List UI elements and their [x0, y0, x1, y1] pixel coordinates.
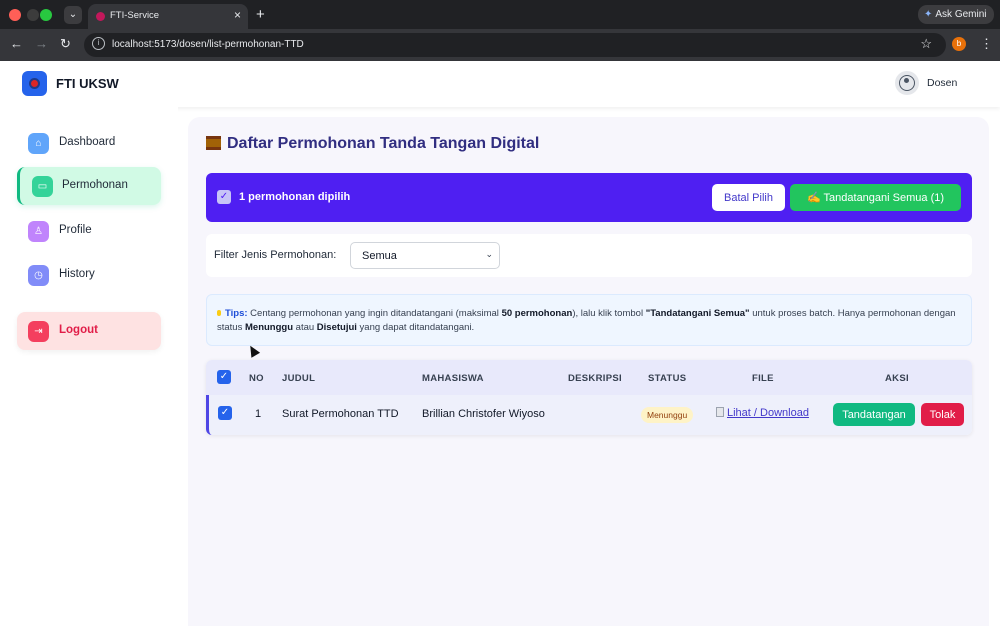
tips-bold: 50 permohonan [501, 308, 573, 319]
favicon-icon [96, 12, 105, 21]
column-header-deskripsi: DESKRIPSI [568, 373, 622, 384]
url-text[interactable]: localhost:5173/dosen/list-permohonan-TTD [112, 39, 304, 50]
reject-button[interactable]: Tolak [921, 403, 964, 426]
column-header-status: STATUS [648, 373, 687, 384]
sidebar-item-label: Profile [59, 224, 92, 236]
logout-icon: ⇥ [28, 321, 49, 342]
user-icon: ♙ [28, 221, 49, 242]
gemini-icon: ✦ [924, 9, 933, 20]
sidebar-item-label: Dashboard [59, 136, 116, 148]
filter-selected-value: Semua [362, 250, 397, 262]
sidebar-item-history[interactable]: ◷ History [17, 256, 161, 294]
scroll-icon [206, 136, 221, 150]
lightbulb-icon [217, 310, 221, 316]
tab-search-icon[interactable]: ⌄ [64, 6, 82, 24]
table-header: ✓ NO JUDUL MAHASISWA DESKRIPSI STATUS FI… [206, 360, 972, 395]
sidebar-item-dashboard[interactable]: ⌂ Dashboard [17, 124, 161, 162]
tips-text: yang dapat ditandatangani. [356, 322, 475, 333]
tips-bold: Menunggu [245, 322, 294, 333]
user-avatar-icon[interactable] [895, 71, 919, 95]
select-all-checkbox[interactable]: ✓ [217, 370, 231, 384]
maximize-window-icon[interactable] [40, 9, 52, 21]
close-tab-icon[interactable]: × [234, 8, 241, 22]
reload-icon[interactable]: ↻ [60, 36, 71, 52]
site-info-icon[interactable]: i [92, 37, 105, 50]
sidebar-item-permohonan[interactable]: ▭ Permohonan [17, 167, 161, 205]
selection-count: 1 permohonan dipilih [239, 191, 351, 203]
row-mahasiswa: Brillian Christofer Wiyoso [422, 408, 545, 420]
address-bar[interactable]: i localhost:5173/dosen/list-permohonan-T… [84, 33, 946, 57]
request-table: ✓ NO JUDUL MAHASISWA DESKRIPSI STATUS FI… [206, 360, 972, 435]
logout-button[interactable]: ⇥ Logout [17, 312, 161, 350]
logout-label: Logout [59, 324, 98, 336]
file-download-link[interactable]: Lihat / Download [716, 407, 809, 419]
column-header-file: FILE [752, 373, 774, 384]
tips-box: Tips: Centang permohonan yang ingin dita… [206, 294, 972, 346]
sign-all-button[interactable]: ✍ Tandatangani Semua (1) [790, 184, 961, 211]
tab-title: FTI-Service [110, 10, 160, 21]
page-title: Daftar Permohonan Tanda Tangan Digital [206, 135, 539, 153]
tips-bold: "Tandatangani Semua" [645, 308, 750, 319]
new-tab-button[interactable]: + [256, 6, 265, 23]
sign-button[interactable]: Tandatangan [833, 403, 915, 426]
filter-label: Filter Jenis Permohonan: [214, 249, 337, 261]
close-window-icon[interactable] [9, 9, 21, 21]
filter-type-select[interactable]: Semua ⌄ [350, 242, 500, 269]
page-title-text: Daftar Permohonan Tanda Tangan Digital [227, 135, 540, 152]
tips-text: Centang permohonan yang ingin ditandatan… [247, 308, 502, 319]
tips-text: atau [293, 322, 317, 333]
logo-icon [22, 71, 47, 96]
row-checkbox[interactable]: ✓ [218, 406, 232, 420]
more-menu-icon[interactable]: ⋮ [980, 36, 993, 52]
minimize-window-icon[interactable] [27, 9, 39, 21]
app-header: FTI UKSW Dosen [0, 61, 1000, 107]
ask-gemini-button[interactable]: ✦ Ask Gemini [918, 5, 994, 24]
inbox-icon: ▭ [32, 176, 53, 197]
ask-gemini-label: Ask Gemini [935, 9, 987, 20]
selection-bar: ✓ 1 permohonan dipilih Batal Pilih ✍ Tan… [206, 173, 972, 222]
sidebar-item-label: Permohonan [62, 179, 128, 191]
browser-tab[interactable]: FTI-Service × [88, 4, 248, 29]
sidebar-item-label: History [59, 268, 95, 280]
document-icon [716, 407, 724, 417]
tips-bold: Disetujui [316, 322, 357, 333]
brand-name: FTI UKSW [56, 76, 119, 91]
profile-avatar-icon[interactable]: b [952, 37, 966, 51]
table-row: ✓ 1 Surat Permohonan TTD Brillian Christ… [206, 395, 972, 435]
user-name[interactable]: Dosen [927, 77, 957, 89]
row-no: 1 [255, 408, 262, 420]
cancel-selection-button[interactable]: Batal Pilih [712, 184, 785, 211]
selection-checkbox-icon[interactable]: ✓ [217, 190, 231, 204]
sidebar-item-profile[interactable]: ♙ Profile [17, 212, 161, 250]
column-header-judul: JUDUL [282, 373, 316, 384]
row-judul: Surat Permohonan TTD [282, 408, 399, 420]
forward-icon[interactable]: → [35, 36, 48, 51]
sidebar: ⌂ Dashboard ▭ Permohonan ♙ Profile ◷ His… [0, 107, 178, 626]
filter-panel: Filter Jenis Permohonan: Semua ⌄ [206, 234, 972, 277]
back-icon[interactable]: ← [10, 36, 23, 51]
browser-titlebar: ⌄ FTI-Service × + ✦ Ask Gemini [0, 0, 1000, 29]
tips-heading: Tips: [225, 308, 248, 319]
home-icon: ⌂ [28, 133, 49, 154]
tips-text: ), lalu klik tombol [572, 308, 646, 319]
main-content: Daftar Permohonan Tanda Tangan Digital ✓… [188, 117, 989, 626]
column-header-no: NO [249, 373, 264, 384]
status-badge: Menunggu [641, 407, 694, 423]
column-header-mahasiswa: MAHASISWA [422, 373, 484, 384]
browser-navbar: ← → ↻ i localhost:5173/dosen/list-permoh… [0, 29, 1000, 61]
chevron-down-icon: ⌄ [485, 249, 493, 259]
file-link-text[interactable]: Lihat / Download [727, 407, 809, 419]
bookmark-star-icon[interactable]: ☆ [920, 36, 932, 52]
column-header-aksi: AKSI [885, 373, 909, 384]
clock-icon: ◷ [28, 265, 49, 286]
